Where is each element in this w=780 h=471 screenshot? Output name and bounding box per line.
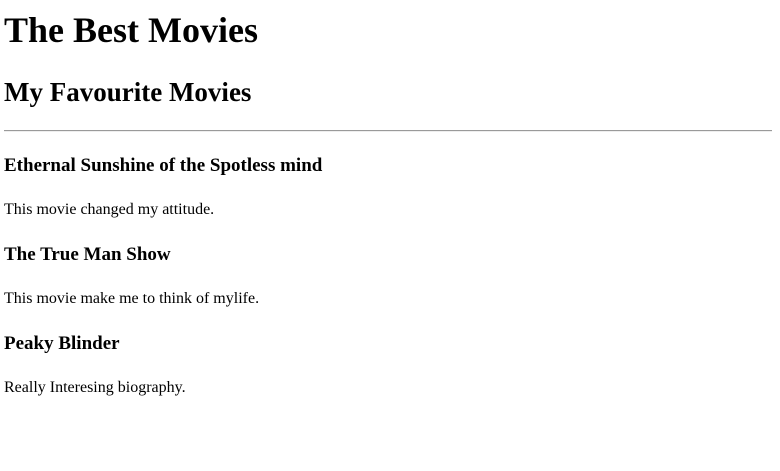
movie-title: Peaky Blinder (4, 333, 120, 354)
movie-title: The True Man Show (4, 244, 171, 265)
page-subtitle: My Favourite Movies (4, 77, 252, 107)
movie-description: This movie make me to think of mylife. (4, 290, 260, 307)
movie-description: This movie changed my attitude. (4, 201, 215, 218)
page: The Best Movies My Favourite Movies Ethe… (0, 0, 780, 471)
movie-title: Ethernal Sunshine of the Spotless mind (4, 155, 323, 176)
page-title: The Best Movies (4, 10, 258, 50)
movie-description: Really Interesing biography. (4, 379, 186, 396)
horizontal-divider (4, 130, 772, 132)
